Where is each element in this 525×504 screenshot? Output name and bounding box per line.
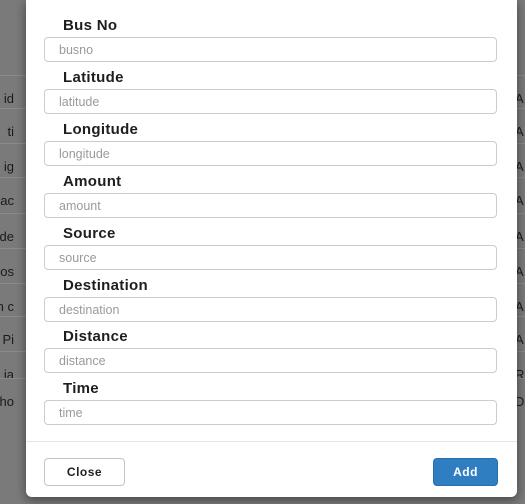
background-table-left-edge: id ti ig ac de os n c Pi ia ho xyxy=(0,0,26,504)
form-group-latitude: Latitude xyxy=(26,67,517,119)
source-input[interactable] xyxy=(44,245,497,270)
background-cell: os xyxy=(0,264,14,279)
close-button[interactable]: Close xyxy=(44,458,125,486)
time-input[interactable] xyxy=(44,400,497,425)
add-bus-modal: Bus No Latitude Longitude Amount Source … xyxy=(26,0,517,497)
form-group-bus-no: Bus No xyxy=(26,15,517,67)
destination-label: Destination xyxy=(63,277,148,294)
form-group-time: Time xyxy=(26,378,517,430)
bus-no-input[interactable] xyxy=(44,37,497,62)
background-row: ho xyxy=(0,378,26,430)
modal-footer: Close Add xyxy=(26,441,517,498)
background-cell: id xyxy=(3,91,14,106)
background-cell: ac xyxy=(0,193,14,208)
form-group-longitude: Longitude xyxy=(26,119,517,171)
background-cell: ho xyxy=(0,394,14,409)
background-cell: ti xyxy=(7,124,15,139)
add-button[interactable]: Add xyxy=(433,458,498,486)
form-group-amount: Amount xyxy=(26,171,517,223)
background-cell: ig xyxy=(3,159,14,174)
form-group-destination: Destination xyxy=(26,275,517,327)
longitude-label: Longitude xyxy=(63,121,139,138)
form-group-source: Source xyxy=(26,223,517,275)
distance-label: Distance xyxy=(63,328,128,345)
background-cell: Pi xyxy=(2,332,14,347)
time-label: Time xyxy=(63,380,99,397)
latitude-input[interactable] xyxy=(44,89,497,114)
amount-input[interactable] xyxy=(44,193,497,218)
source-label: Source xyxy=(63,225,116,242)
background-cell: de xyxy=(0,229,14,244)
latitude-label: Latitude xyxy=(63,69,124,86)
form-group-distance: Distance xyxy=(26,326,517,378)
longitude-input[interactable] xyxy=(44,141,497,166)
amount-label: Amount xyxy=(63,173,122,190)
destination-input[interactable] xyxy=(44,297,497,322)
modal-body: Bus No Latitude Longitude Amount Source … xyxy=(26,0,517,441)
background-cell: n c xyxy=(0,299,14,314)
distance-input[interactable] xyxy=(44,348,497,373)
bus-no-label: Bus No xyxy=(63,17,118,34)
